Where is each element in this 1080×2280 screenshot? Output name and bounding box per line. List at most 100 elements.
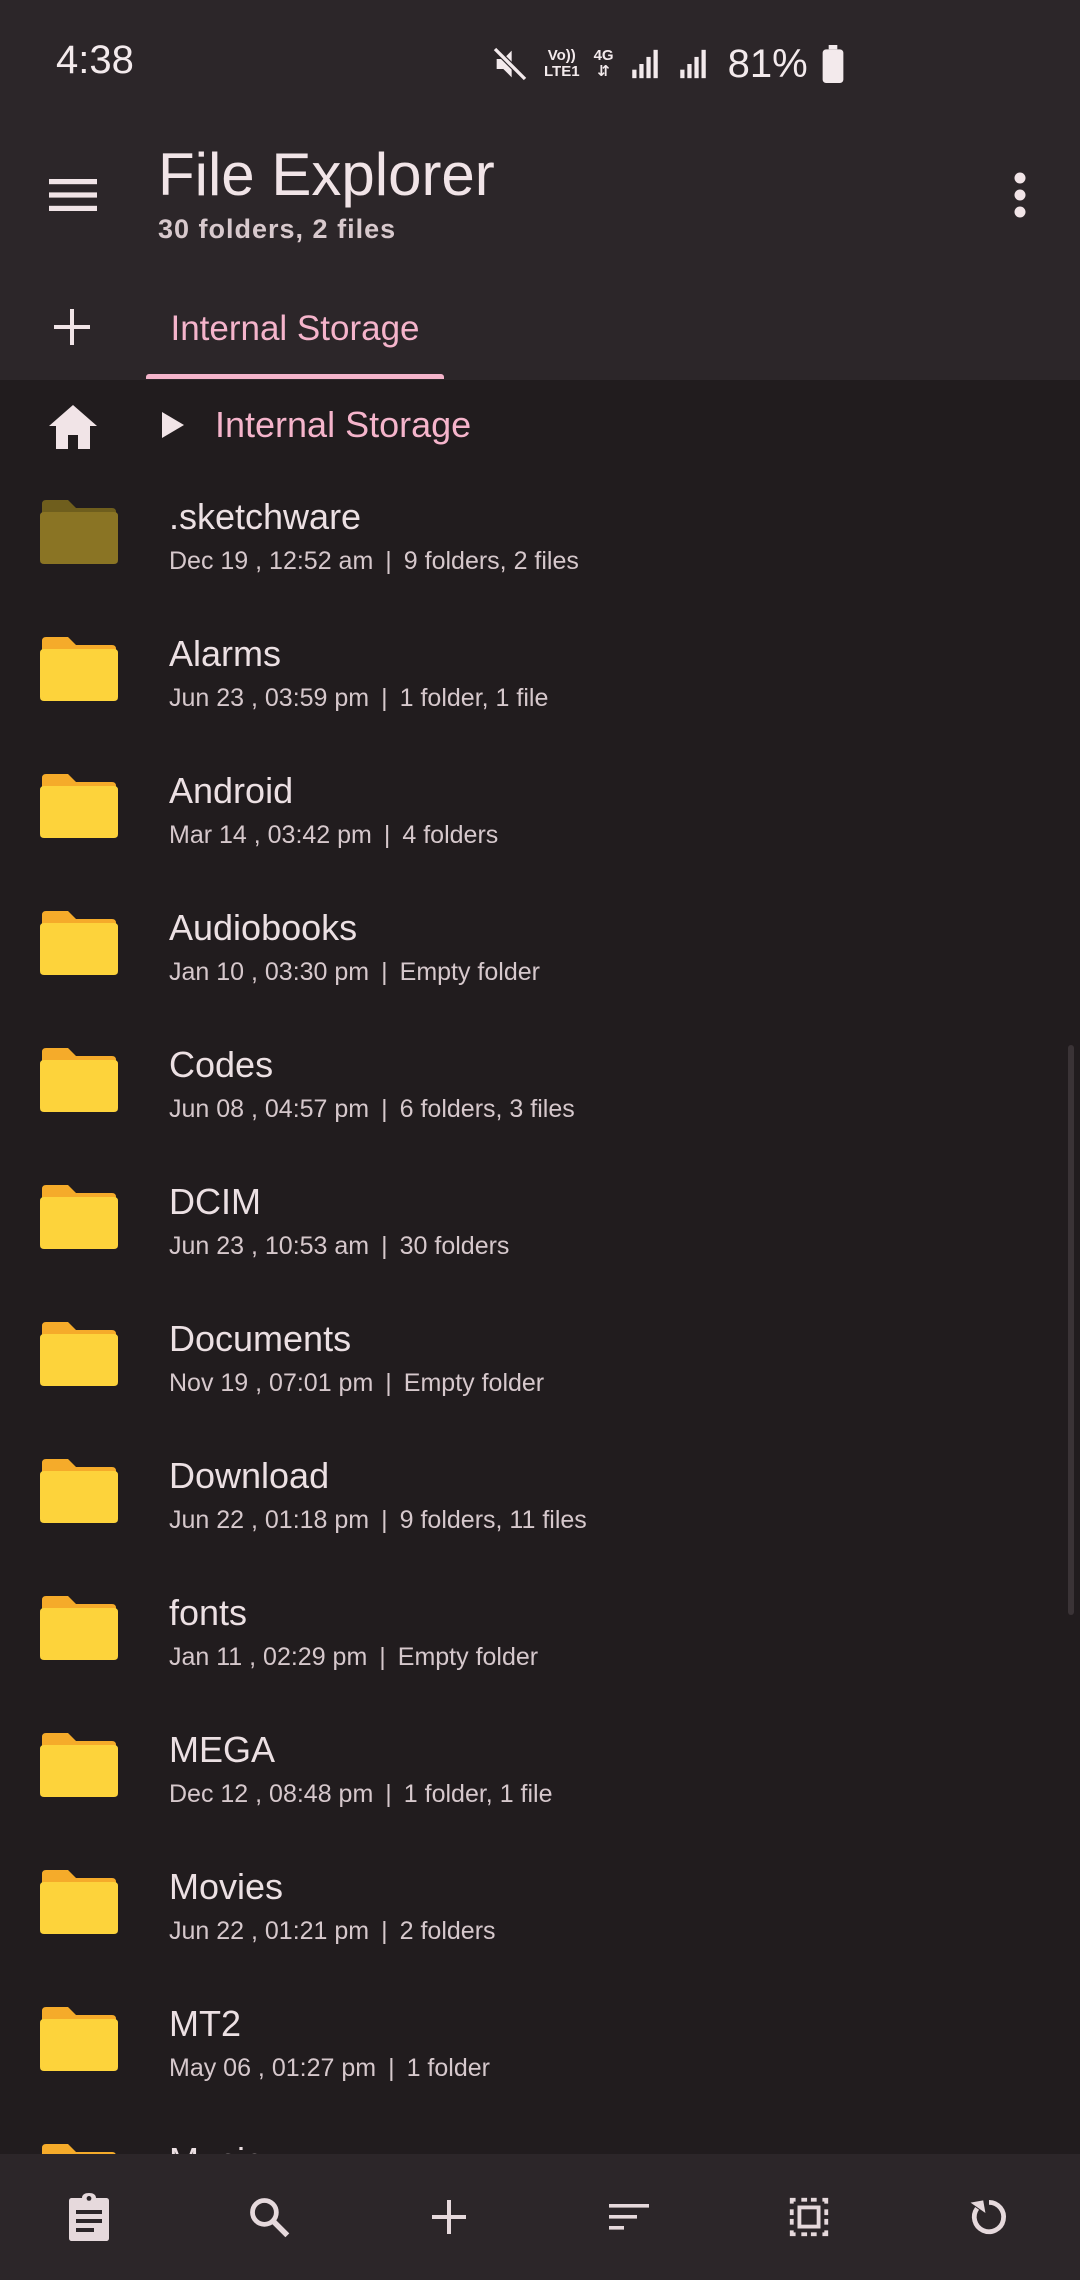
- file-list-item[interactable]: fonts Jan 11 , 02:29 pm | Empty folder: [0, 1562, 1080, 1699]
- file-name: Codes: [169, 1044, 274, 1085]
- file-meta: Jun 22 , 01:18 pm | 9 folders, 11 files: [169, 1506, 587, 1535]
- file-meta: Dec 12 , 08:48 pm | 1 folder, 1 file: [169, 1780, 553, 1809]
- file-list-item[interactable]: Codes Jun 08 , 04:57 pm | 6 folders, 3 file…: [0, 1014, 1080, 1151]
- file-name: Documents: [169, 1318, 352, 1359]
- clipboard-button[interactable]: [54, 2182, 124, 2252]
- more-options-button[interactable]: [990, 160, 1050, 230]
- folder-icon: [38, 1185, 120, 1251]
- file-list-item[interactable]: Alarms Jun 23 , 03:59 pm | 1 folder, 1 file: [0, 603, 1080, 740]
- plus-icon: [54, 309, 90, 345]
- add-tab-button[interactable]: [40, 295, 104, 359]
- folder-icon: [38, 1048, 120, 1114]
- search-button[interactable]: [234, 2182, 304, 2252]
- file-date: Jun 08 , 04:57 pm: [169, 1095, 370, 1123]
- battery-icon: [822, 45, 844, 83]
- file-date: Jun 23 , 10:53 am: [169, 1232, 370, 1260]
- file-list-item[interactable]: Audiobooks Jan 10 , 03:30 pm | Empty folder: [0, 877, 1080, 1014]
- add-icon: [432, 2200, 466, 2234]
- hamburger-menu-button[interactable]: [38, 160, 108, 230]
- file-list: .sketchware Dec 19 , 12:52 am | 9 folders, …: [0, 466, 1080, 2154]
- file-explorer-screen: 4:38 Vo)) LTE1 4G ⇵ 81% File Explorer 30…: [0, 0, 1080, 2280]
- file-date: Jun 22 , 01:21 pm: [169, 1917, 370, 1945]
- breadcrumb-item-internal-storage[interactable]: Internal Storage: [215, 404, 471, 446]
- hamburger-icon: [49, 179, 97, 211]
- file-info: 1 folder, 1 file: [399, 684, 549, 712]
- file-info: Empty folder: [399, 958, 540, 986]
- file-date: Jun 22 , 01:18 pm: [169, 1506, 370, 1534]
- file-name: Alarms: [169, 633, 282, 674]
- file-meta: Jun 23 , 10:53 am | 30 folders: [169, 1232, 509, 1261]
- file-info: Empty folder: [403, 1369, 545, 1397]
- status-icons: Vo)) LTE1 4G ⇵ 81%: [490, 36, 844, 92]
- 4g-icon: 4G ⇵: [594, 48, 614, 80]
- add-button[interactable]: [414, 2182, 484, 2252]
- signal-icon: [628, 47, 662, 81]
- meta-separator: |: [381, 684, 388, 712]
- file-date: Dec 19 , 12:52 am: [169, 547, 374, 575]
- file-list-item[interactable]: Music: [0, 2110, 1080, 2154]
- file-meta: Dec 19 , 12:52 am | 9 folders, 2 files: [169, 547, 579, 576]
- page-subtitle: 30 folders, 2 files: [158, 214, 397, 244]
- file-info: Empty folder: [397, 1643, 539, 1671]
- file-date: May 06 , 01:27 pm: [169, 2054, 377, 2082]
- file-list-item[interactable]: Documents Nov 19 , 07:01 pm | Empty folder: [0, 1288, 1080, 1425]
- status-time: 4:38: [56, 38, 134, 82]
- clipboard-icon: [69, 2193, 109, 2241]
- data-arrows-icon: ⇵: [597, 63, 610, 80]
- folder-icon: [38, 1322, 120, 1388]
- file-meta: Jun 22 , 01:21 pm | 2 folders: [169, 1917, 496, 1946]
- sort-button[interactable]: [594, 2182, 664, 2252]
- meta-separator: |: [385, 547, 392, 575]
- network-type: 4G: [593, 47, 614, 64]
- app-bar: File Explorer 30 folders, 2 files Intern…: [0, 130, 1080, 380]
- search-icon: [250, 2198, 290, 2238]
- file-date: Dec 12 , 08:48 pm: [169, 1780, 374, 1808]
- folder-icon: [38, 1596, 120, 1662]
- battery-percent: 81%: [727, 41, 808, 86]
- volte-line1: Vo)): [547, 47, 576, 64]
- file-meta: Jun 08 , 04:57 pm | 6 folders, 3 files: [169, 1095, 575, 1124]
- file-date: Nov 19 , 07:01 pm: [169, 1369, 374, 1397]
- file-name: MT2: [169, 2003, 241, 2044]
- file-date: Jan 11 , 02:29 pm: [169, 1643, 368, 1671]
- folder-icon: [38, 2007, 120, 2073]
- folder-icon: [38, 774, 120, 840]
- home-button[interactable]: [40, 394, 106, 460]
- file-info: 1 folder: [406, 2054, 490, 2082]
- file-info: 6 folders, 3 files: [399, 1095, 575, 1123]
- file-date: Mar 14 , 03:42 pm: [169, 821, 372, 849]
- file-list-item[interactable]: MEGA Dec 12 , 08:48 pm | 1 folder, 1 file: [0, 1699, 1080, 1836]
- bottom-toolbar: [0, 2154, 1080, 2280]
- file-name: Download: [169, 1455, 330, 1496]
- folder-icon: [38, 911, 120, 977]
- meta-separator: |: [381, 1232, 388, 1260]
- sort-icon: [609, 2204, 649, 2230]
- volte-line2: LTE1: [544, 63, 580, 80]
- select-all-button[interactable]: [774, 2182, 844, 2252]
- file-list-item[interactable]: Android Mar 14 , 03:42 pm | 4 folders: [0, 740, 1080, 877]
- file-meta: Nov 19 , 07:01 pm | Empty folder: [169, 1369, 544, 1398]
- refresh-button[interactable]: [954, 2182, 1024, 2252]
- meta-separator: |: [383, 821, 391, 849]
- file-list-item[interactable]: MT2 May 06 , 01:27 pm | 1 folder: [0, 1973, 1080, 2110]
- home-icon: [49, 405, 97, 449]
- file-name: Music: [169, 2140, 263, 2154]
- file-list-item[interactable]: DCIM Jun 23 , 10:53 am | 30 folders: [0, 1151, 1080, 1288]
- meta-separator: |: [381, 958, 388, 986]
- refresh-icon: [970, 2199, 1006, 2235]
- file-info: 30 folders: [399, 1232, 510, 1260]
- file-info: 9 folders, 11 files: [399, 1506, 587, 1534]
- page-title: File Explorer: [158, 141, 495, 208]
- folder-icon: [38, 1733, 120, 1799]
- file-name: Movies: [169, 1866, 284, 1907]
- signal-icon: [676, 47, 710, 81]
- file-list-item[interactable]: .sketchware Dec 19 , 12:52 am | 9 folders, …: [0, 466, 1080, 603]
- file-meta: Mar 14 , 03:42 pm | 4 folders: [169, 821, 498, 850]
- scrollbar[interactable]: [1068, 1045, 1074, 1615]
- file-date: Jun 23 , 03:59 pm: [169, 684, 370, 712]
- file-list-item[interactable]: Movies Jun 22 , 01:21 pm | 2 folders: [0, 1836, 1080, 1973]
- file-list-item[interactable]: Download Jun 22 , 01:18 pm | 9 folders, 11 …: [0, 1425, 1080, 1562]
- file-name: fonts: [169, 1592, 248, 1633]
- status-bar: 4:38 Vo)) LTE1 4G ⇵ 81%: [0, 0, 1080, 130]
- tab-internal-storage[interactable]: Internal Storage: [146, 278, 444, 380]
